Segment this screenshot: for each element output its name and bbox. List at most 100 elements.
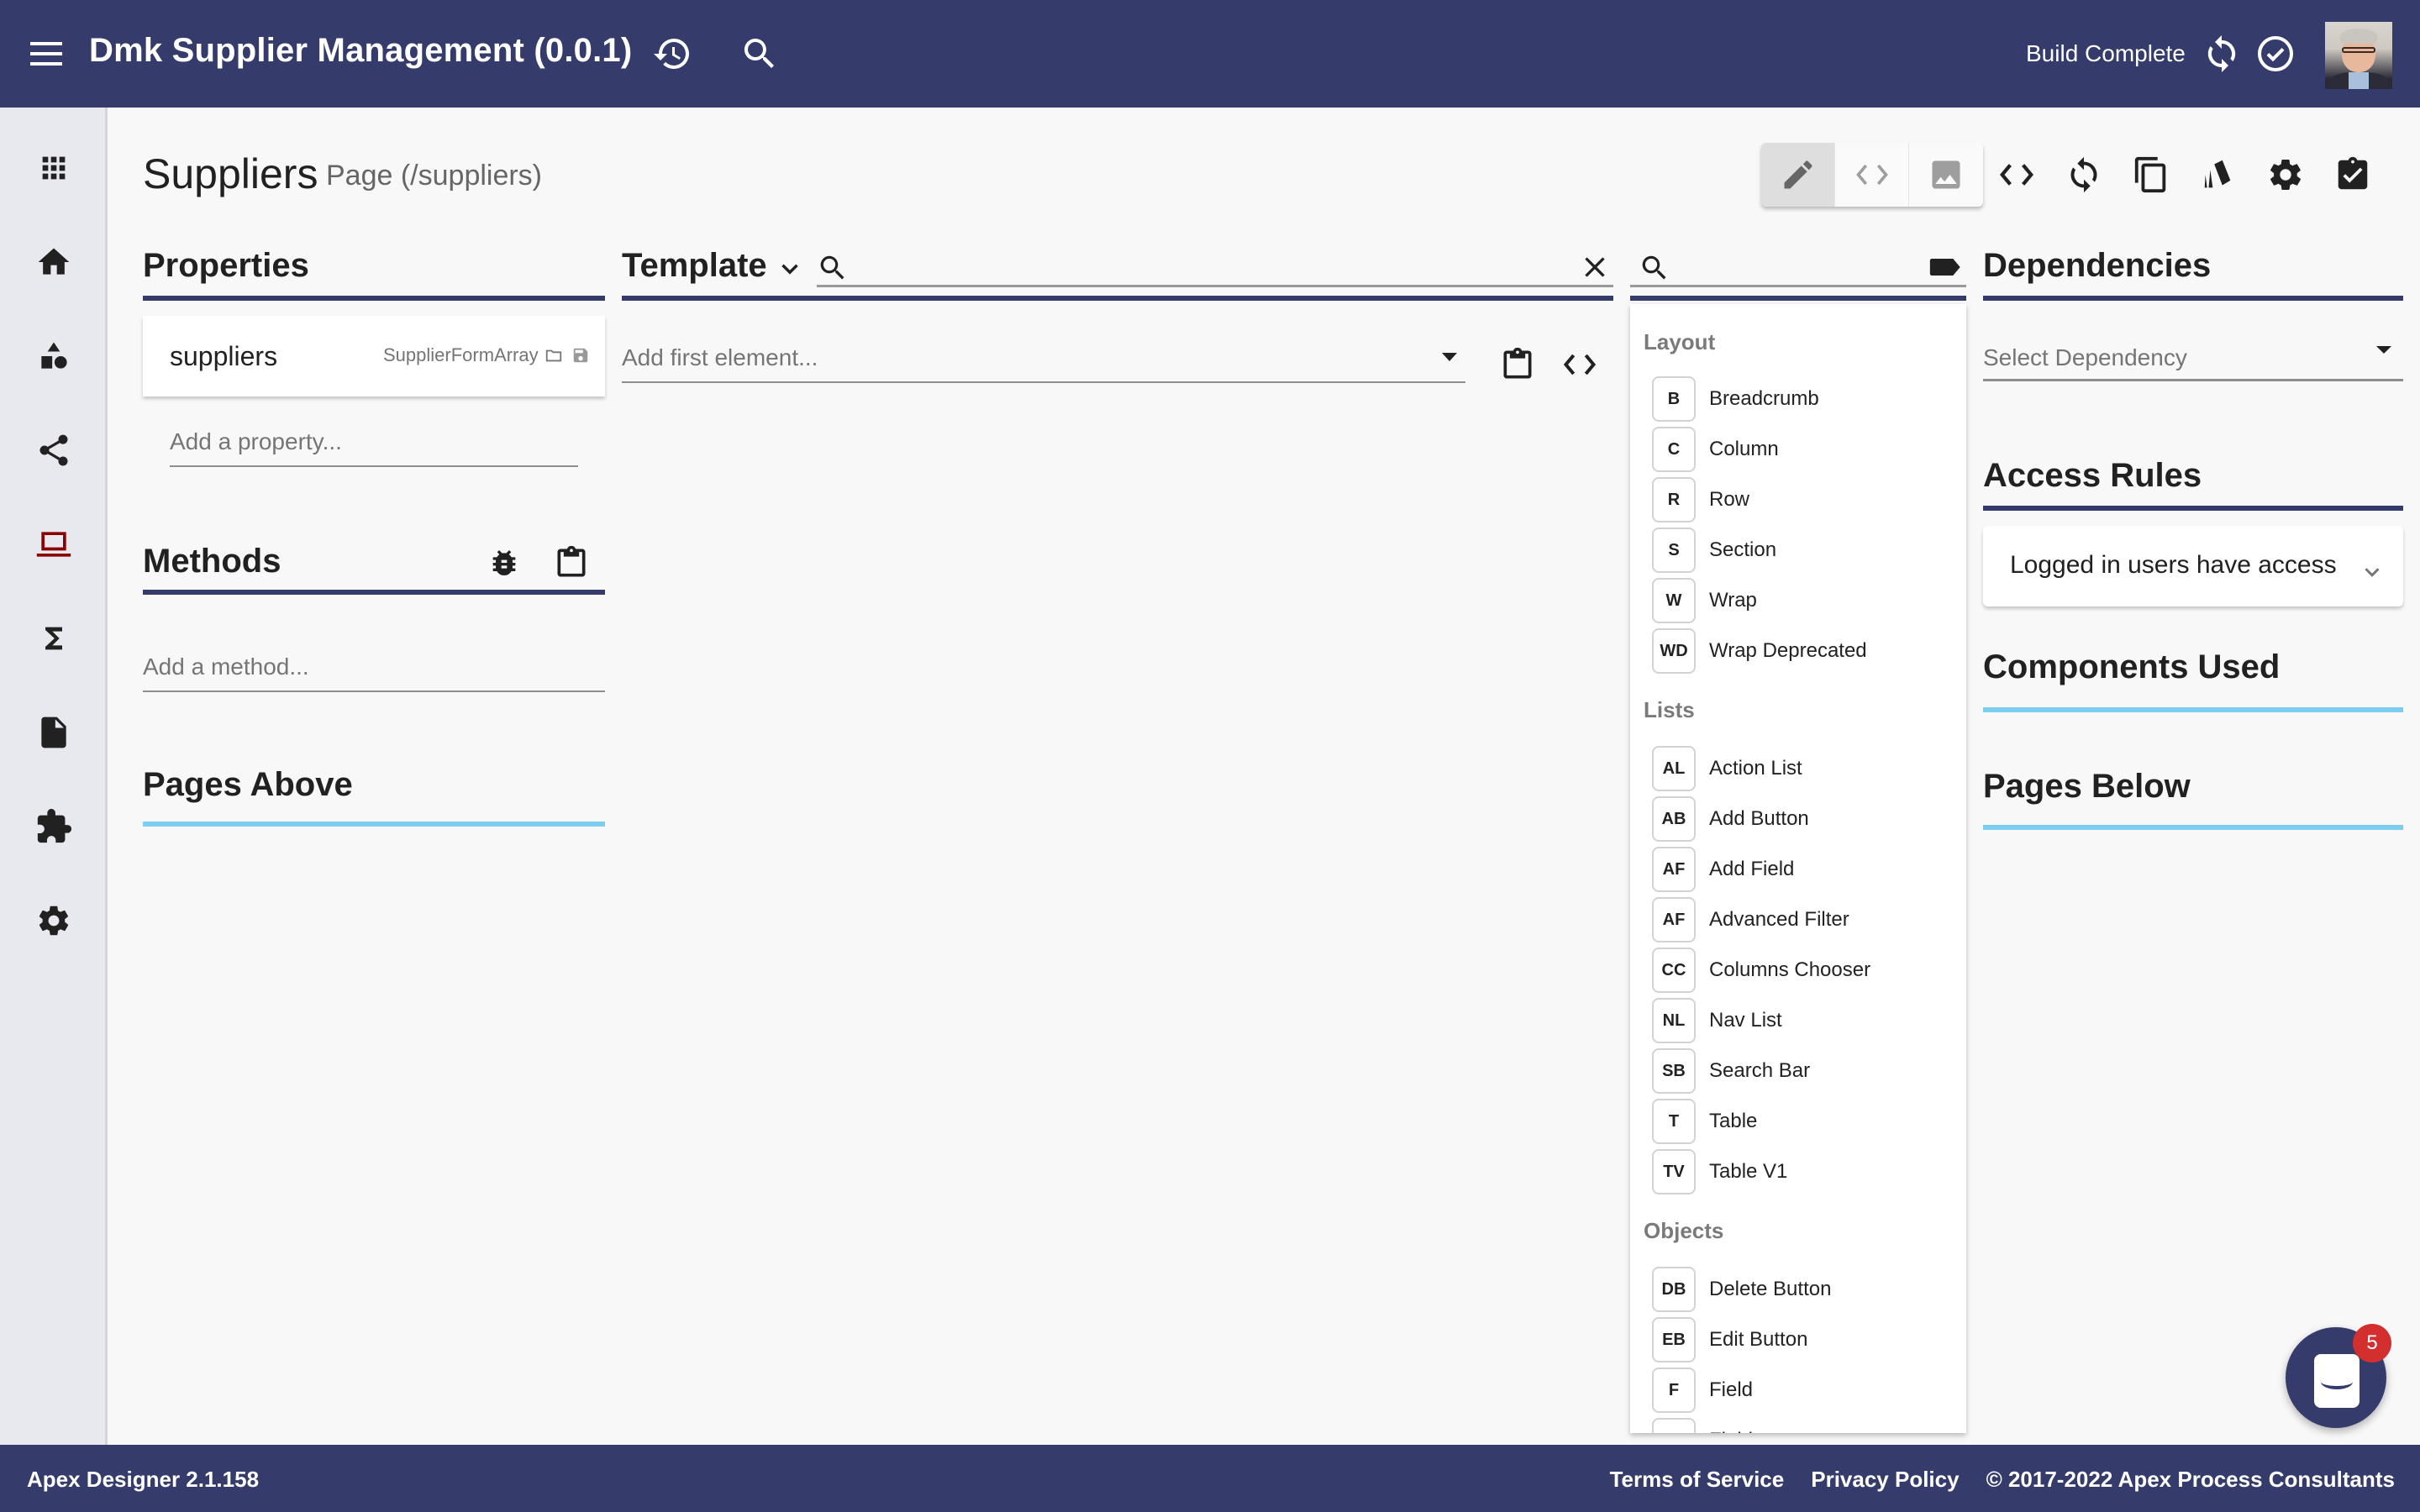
sidebar-item-home[interactable] — [29, 237, 79, 287]
terms-of-service-link[interactable]: Terms of Service — [1610, 1467, 1785, 1493]
refresh-button[interactable] — [2064, 155, 2104, 195]
palette-item[interactable]: F Field — [1652, 1368, 1753, 1413]
themes-button[interactable] — [2198, 155, 2238, 195]
palette-item[interactable]: TV Table V1 — [1652, 1149, 1787, 1194]
item-label: Search Bar — [1709, 1059, 1811, 1082]
item-badge: F — [1652, 1368, 1696, 1413]
palette-item[interactable]: C Column — [1652, 427, 1779, 472]
privacy-policy-link[interactable]: Privacy Policy — [1811, 1467, 1959, 1493]
folder-icon — [545, 349, 562, 362]
template-search-input[interactable] — [817, 244, 1613, 287]
checklist-button[interactable] — [2333, 155, 2373, 195]
check-circle-icon[interactable] — [2255, 34, 2296, 74]
copy-button[interactable] — [2131, 155, 2171, 195]
item-label: Field — [1709, 1378, 1754, 1401]
add-method-input[interactable]: Add a method... — [143, 645, 605, 692]
pages-above-header: Pages Above — [143, 766, 353, 803]
dropdown-arrow-icon — [1442, 353, 1457, 361]
item-label: Row — [1709, 488, 1750, 511]
palette-item[interactable]: S Section — [1652, 528, 1776, 573]
template-rule — [622, 296, 1613, 301]
item-label: Fields — [1709, 1429, 1763, 1433]
search-icon — [1642, 255, 1666, 280]
side-nav — [0, 108, 108, 1445]
item-label: Wrap Deprecated — [1709, 639, 1867, 662]
template-options-button[interactable] — [770, 249, 810, 289]
palette-item[interactable]: EB Edit Button — [1652, 1317, 1807, 1362]
label-icon[interactable] — [1929, 254, 1963, 281]
palette-item[interactable]: DB Delete Button — [1652, 1267, 1831, 1312]
select-dependency[interactable]: Select Dependency — [1983, 329, 2403, 381]
preview-mode-toggle[interactable] — [1909, 143, 1983, 207]
palette-item[interactable]: R Row — [1652, 477, 1749, 522]
pages-above-rule — [143, 822, 605, 827]
methods-header: Methods — [143, 543, 281, 580]
search-icon — [820, 255, 844, 280]
item-badge: TV — [1652, 1149, 1696, 1194]
add-first-element-select[interactable]: Add first element... — [622, 336, 1465, 383]
edit-mode-toggle[interactable] — [1761, 143, 1835, 207]
avatar[interactable] — [2325, 22, 2392, 89]
build-status: Build Complete — [2026, 40, 2186, 66]
palette-item[interactable]: B Breadcrumb — [1652, 376, 1819, 422]
history-icon[interactable] — [652, 34, 692, 74]
paste-element-button[interactable] — [1497, 344, 1538, 385]
apps-grid-icon — [42, 156, 66, 180]
sidebar-item-settings[interactable] — [29, 895, 79, 946]
palette-item[interactable]: CC Columns Chooser — [1652, 948, 1870, 993]
palette-item[interactable]: WD Wrap Deprecated — [1652, 628, 1867, 674]
property-name: suppliers — [170, 341, 278, 371]
settings-button[interactable] — [2265, 155, 2306, 195]
footer: Apex Designer 2.1.158 Terms of Service P… — [0, 1445, 2420, 1512]
code-icon — [1563, 354, 1597, 375]
edit-html-button[interactable] — [1560, 344, 1600, 385]
dependencies-rule — [1983, 296, 2403, 301]
sidebar-item-user-interfaces[interactable] — [29, 519, 79, 570]
palette-item[interactable]: AF Advanced Filter — [1652, 897, 1849, 942]
code-icon — [1855, 164, 1888, 186]
template-header: Template — [622, 247, 767, 284]
debug-button[interactable] — [484, 543, 524, 583]
sync-icon[interactable] — [2202, 34, 2242, 74]
shapes-icon — [41, 342, 67, 369]
palette-item[interactable]: AB Add Button — [1652, 796, 1809, 842]
app-version: Apex Designer 2.1.158 — [27, 1467, 260, 1492]
sidebar-item-functions[interactable] — [29, 613, 79, 664]
sidebar-item-files[interactable] — [29, 707, 79, 758]
sidebar-item-relationships[interactable] — [29, 425, 79, 475]
palette-item[interactable]: NL Nav List — [1652, 998, 1782, 1043]
item-badge: AL — [1652, 746, 1696, 791]
property-type: SupplierFormArray — [383, 344, 539, 365]
code-icon — [2000, 164, 2033, 186]
item-badge: AF — [1652, 897, 1696, 942]
sidebar-item-business-objects[interactable] — [29, 331, 79, 381]
palette-item[interactable]: AL Action List — [1652, 746, 1802, 791]
add-property-input[interactable]: Add a property... — [170, 420, 578, 467]
item-label: Add Field — [1709, 858, 1795, 880]
palette-item[interactable]: SB Search Bar — [1652, 1048, 1810, 1094]
property-item-suppliers[interactable]: suppliers SupplierFormArray — [143, 316, 605, 396]
access-rule-panel[interactable]: Logged in users have access — [1983, 526, 2403, 606]
code-mode-toggle[interactable] — [1835, 143, 1909, 207]
palette-item[interactable]: F Fields — [1652, 1418, 1763, 1433]
gear-icon — [39, 906, 69, 936]
chevron-down-icon — [2365, 568, 2380, 577]
components-used-header: Components Used — [1983, 648, 2281, 685]
laptop-icon — [36, 532, 71, 557]
search-icon[interactable] — [739, 34, 780, 74]
item-badge: W — [1652, 578, 1696, 623]
access-rule-label: Logged in users have access — [2010, 551, 2337, 579]
sidebar-item-apps[interactable] — [29, 143, 79, 193]
palette-search-input[interactable] — [1630, 244, 1966, 287]
paste-method-button[interactable] — [551, 543, 592, 583]
palette-item[interactable]: AF Add Field — [1652, 847, 1794, 892]
palette-item[interactable]: W Wrap — [1652, 578, 1757, 623]
palette-item[interactable]: T Table — [1652, 1099, 1757, 1144]
sidebar-item-libraries[interactable] — [29, 801, 79, 852]
code-view-button[interactable] — [1996, 155, 2037, 195]
clipboard-icon — [1503, 347, 1532, 379]
menu-icon[interactable] — [30, 42, 62, 66]
app-title[interactable]: Dmk Supplier Management (0.0.1) — [89, 32, 632, 70]
item-badge: DB — [1652, 1267, 1696, 1312]
close-icon[interactable] — [1580, 252, 1610, 282]
